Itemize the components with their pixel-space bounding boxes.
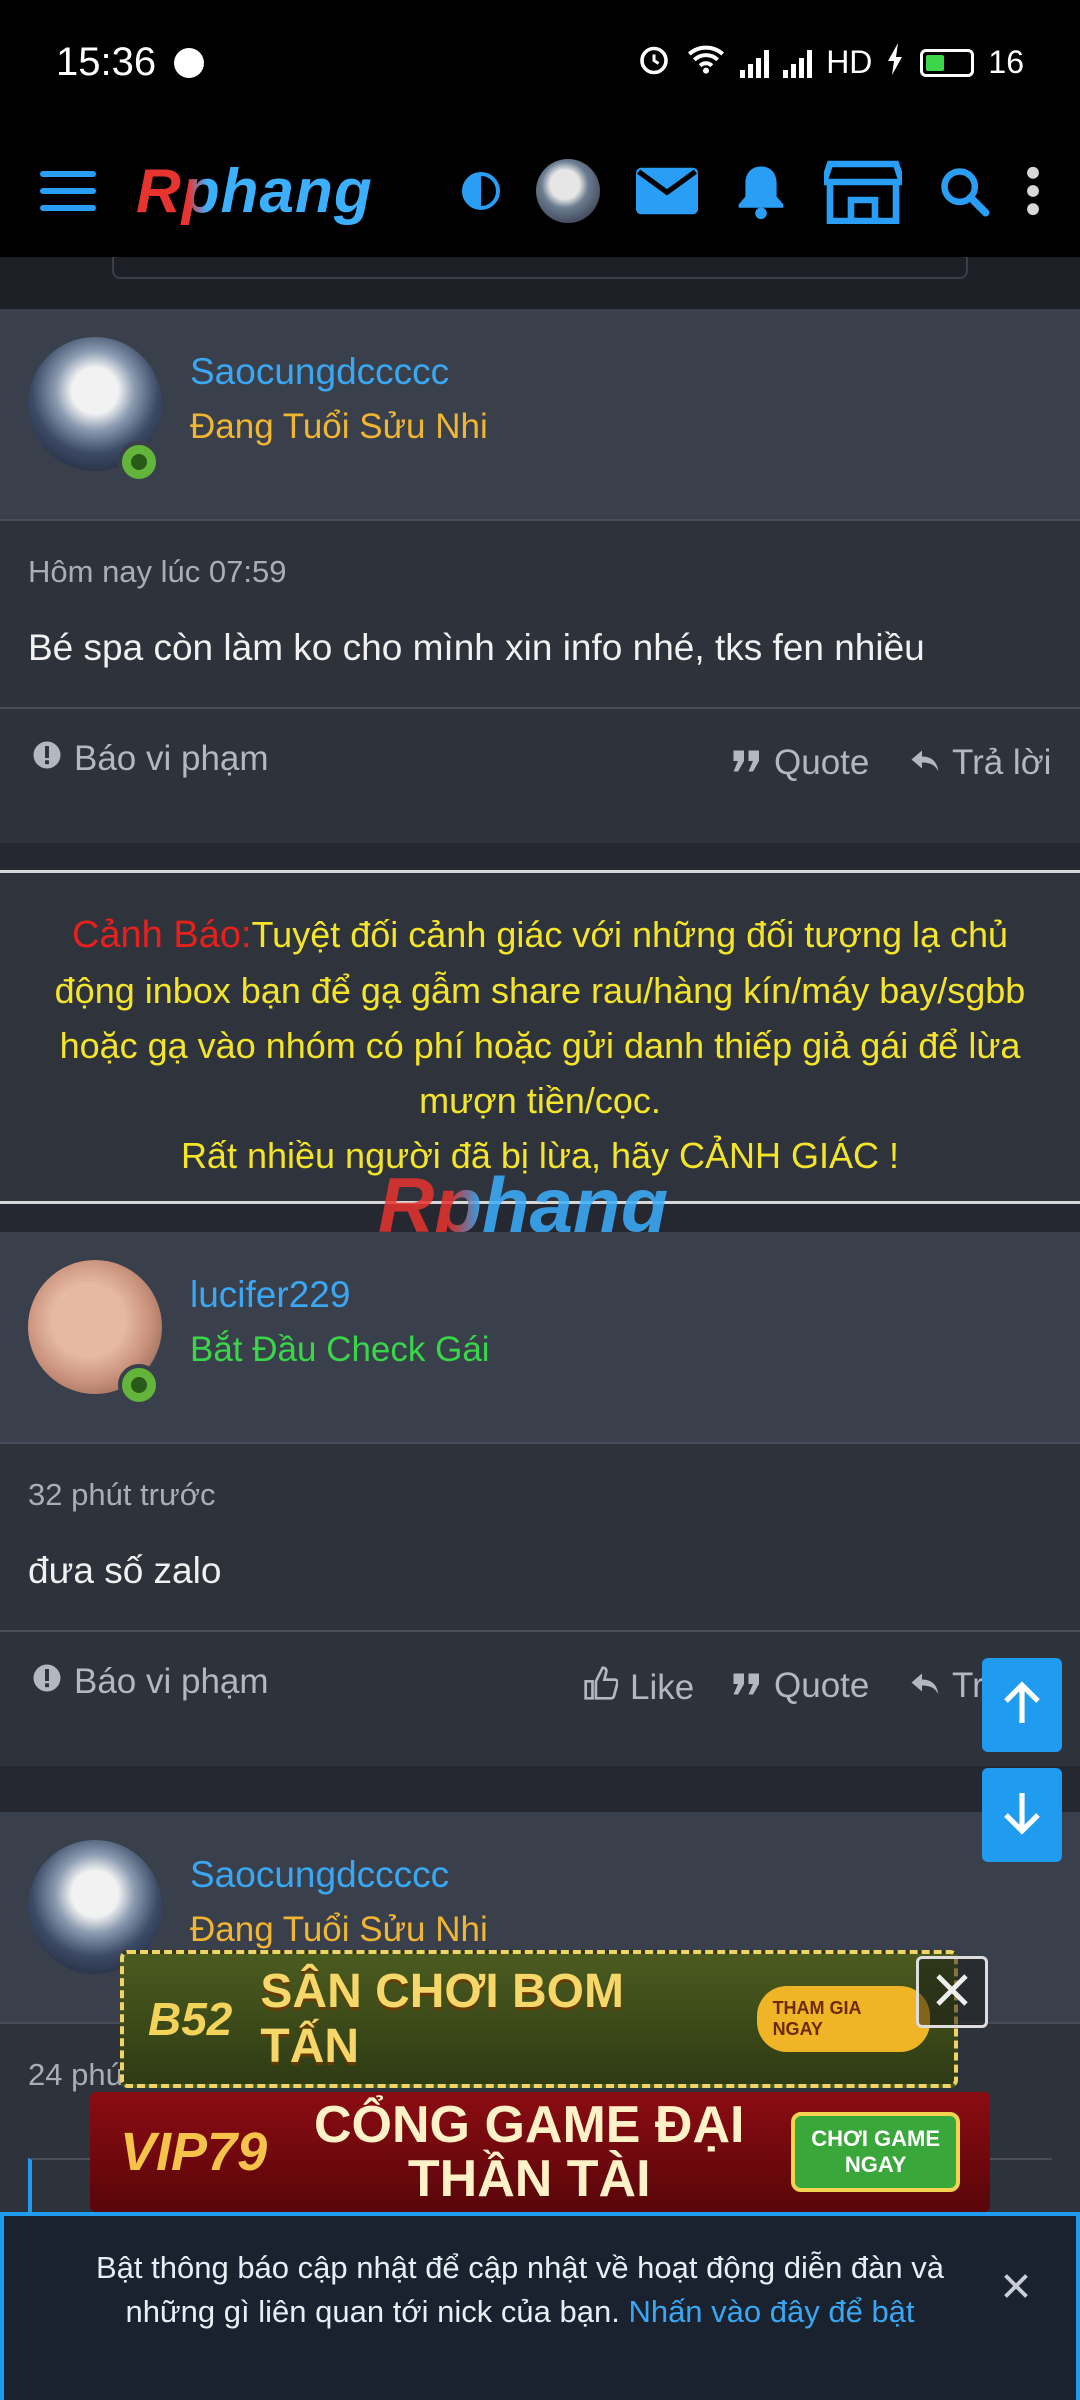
quote-icon (732, 743, 762, 783)
reply-icon (910, 743, 940, 783)
online-status-icon (118, 1364, 160, 1406)
post-time[interactable]: Hôm nay lúc 07:59 (28, 554, 286, 590)
message-notification-icon (174, 47, 205, 78)
menu-icon[interactable] (40, 171, 96, 211)
nav-strip (0, 257, 1080, 309)
mail-icon[interactable] (636, 167, 698, 215)
author-title: Đang Tuổi Sửu Nhi (190, 1910, 488, 1949)
app-header: Rphang (0, 125, 1080, 257)
post-author-header: lucifer229 Bắt Đầu Check Gái (0, 1232, 1080, 1444)
author-username[interactable]: Saocungdccccc (190, 1854, 449, 1896)
bell-icon[interactable] (734, 162, 788, 220)
post-card: lucifer229 Bắt Đầu Check Gái 32 phút trư… (0, 1232, 1080, 1766)
post-actions: Báo vi phạm Quote Trả lời (0, 739, 1080, 819)
battery-level: 16 (988, 44, 1024, 80)
alert-icon (32, 739, 62, 779)
report-button[interactable]: Báo vi phạm (32, 1662, 269, 1702)
post-content: đưa số zalo (28, 1550, 222, 1591)
charging-icon (886, 42, 906, 83)
post-author-header: Saocungdccccc Đang Tuổi Sửu Nhi (0, 309, 1080, 521)
author-title: Đang Tuổi Sửu Nhi (190, 407, 488, 446)
arrow-down-icon (1002, 1791, 1042, 1840)
scroll-bottom-button[interactable] (982, 1768, 1062, 1862)
scroll-top-button[interactable] (982, 1658, 1062, 1752)
search-icon[interactable] (938, 165, 990, 217)
report-button[interactable]: Báo vi phạm (32, 739, 269, 779)
ad-close-button[interactable] (916, 1956, 988, 2028)
scam-warning-banner: Cảnh Báo:Tuyệt đối cảnh giác với những đ… (0, 870, 1080, 1204)
reply-button[interactable]: Tr (910, 1666, 984, 1706)
status-bar: 15:36 HD 16 (0, 0, 1080, 125)
network-type: HD (826, 44, 873, 80)
user-avatar[interactable] (536, 159, 600, 223)
site-logo[interactable]: Rphang (136, 156, 373, 227)
ad-cta-button[interactable]: THAM GIA NGAY (756, 1986, 930, 2052)
alert-icon (32, 1662, 62, 1702)
post-time[interactable]: 32 phút trước (28, 1477, 216, 1513)
theme-toggle-icon[interactable] (462, 172, 500, 210)
reply-icon (910, 1666, 940, 1706)
author-username[interactable]: lucifer229 (190, 1274, 350, 1316)
wifi-icon (686, 42, 726, 84)
quote-button[interactable]: Quote (732, 1666, 869, 1706)
push-notification-prompt: Bật thông báo cập nhật để cập nhật về ho… (0, 2212, 1080, 2400)
warning-label: Cảnh Báo: (71, 914, 252, 956)
ad-banner-vip79[interactable]: VIP79 CỔNG GAME ĐẠI THẦN TÀI CHƠI GAME N… (90, 2092, 990, 2212)
close-icon (932, 1970, 972, 2015)
quote-button[interactable]: Quote (732, 743, 869, 783)
ad-brand: VIP79 (120, 2122, 268, 2182)
store-icon[interactable] (824, 158, 902, 224)
signal-icon-2 (783, 48, 813, 78)
close-icon[interactable] (996, 2266, 1036, 2306)
post-actions: Báo vi phạm Like Quote Tr (0, 1662, 1080, 1742)
enable-notifications-link[interactable]: Nhấn vào đây để bật (628, 2294, 914, 2329)
ad-headline: CỔNG GAME ĐẠI THẦN TÀI (314, 2096, 745, 2208)
alarm-icon (636, 41, 672, 85)
ad-brand: B52 (148, 1993, 233, 2045)
like-button[interactable]: Like (584, 1666, 694, 1709)
battery-icon (920, 48, 975, 77)
arrow-up-icon (1002, 1680, 1042, 1730)
online-status-icon (118, 441, 160, 483)
ad-banner-b52[interactable]: B52 SÂN CHƠI BOM TẤN THAM GIA NGAY (120, 1950, 958, 2088)
signal-icon (740, 48, 770, 78)
post-card: Saocungdccccc Đang Tuổi Sửu Nhi Hôm nay … (0, 309, 1080, 843)
more-options-icon[interactable] (1026, 166, 1040, 216)
ad-headline: SÂN CHƠI BOM TẤN (260, 1965, 624, 2073)
quote-icon (732, 1666, 762, 1706)
ad-cta-button[interactable]: CHƠI GAME NGAY (791, 2112, 960, 2192)
reply-button[interactable]: Trả lời (910, 743, 1051, 783)
author-username[interactable]: Saocungdccccc (190, 351, 449, 393)
author-title: Bắt Đầu Check Gái (190, 1330, 490, 1369)
thumbs-up-icon (584, 1666, 619, 1709)
post-content: Bé spa còn làm ko cho mình xin info nhé,… (28, 627, 925, 668)
status-time: 15:36 (56, 40, 157, 84)
